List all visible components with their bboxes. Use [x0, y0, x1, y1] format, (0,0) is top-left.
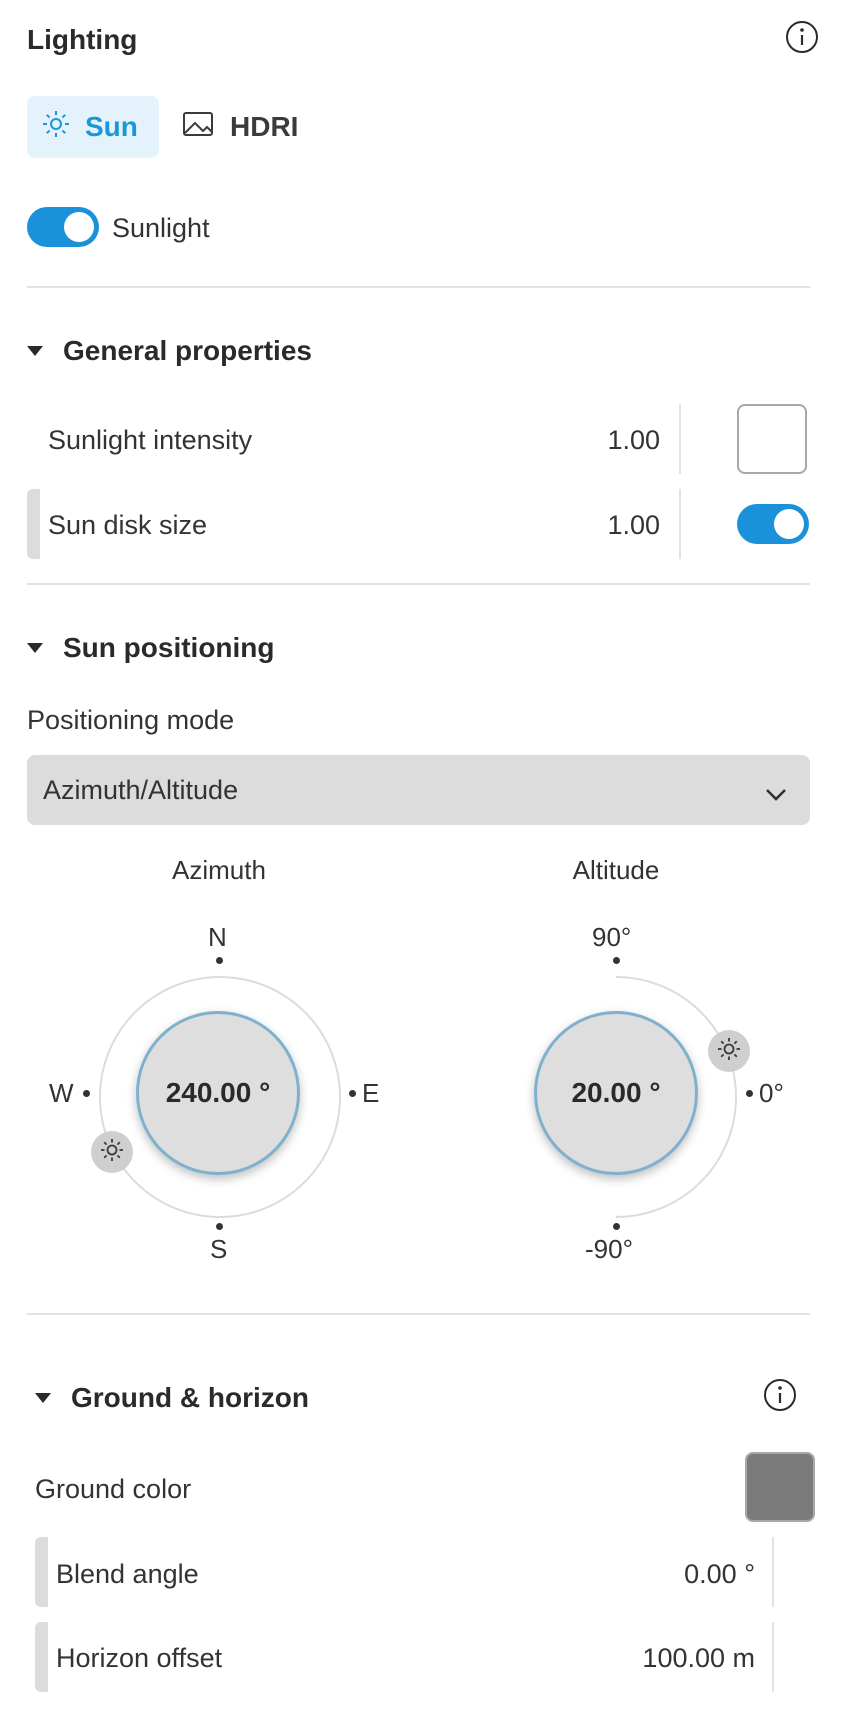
altitude-value: 20.00 °: [571, 1077, 661, 1108]
altitude-top-label: 90°: [592, 922, 632, 952]
azimuth-title: Azimuth: [172, 855, 266, 885]
caret-down-icon: [35, 1393, 51, 1403]
ground-horizon-header[interactable]: Ground & horizon: [35, 1382, 309, 1414]
divider: [27, 1313, 810, 1315]
altitude-bottom-tick: [613, 1223, 620, 1230]
row-accent: [27, 489, 40, 559]
general-properties-title: General properties: [63, 335, 312, 366]
image-icon: [182, 111, 230, 144]
ground-color-label: Ground color: [35, 1474, 192, 1504]
azimuth-value: 240.00 °: [165, 1077, 271, 1108]
panel-title: Lighting: [27, 24, 138, 55]
caret-down-icon: [27, 346, 43, 356]
altitude-sun-handle[interactable]: [708, 1030, 750, 1072]
divider: [27, 583, 810, 585]
north-tick: [216, 957, 223, 964]
horizon-offset-label: Horizon offset: [56, 1643, 223, 1673]
positioning-mode-label: Positioning mode: [27, 705, 235, 735]
sun-icon: [99, 1137, 125, 1168]
tab-sun-label: Sun: [85, 111, 138, 142]
sun-disk-size-value[interactable]: 1.00: [560, 510, 660, 541]
sun-icon: [41, 109, 85, 146]
separator: [772, 1622, 774, 1692]
south-tick: [216, 1223, 223, 1230]
north-label: N: [208, 922, 227, 952]
west-tick: [83, 1090, 90, 1097]
divider: [27, 286, 810, 288]
intensity-checkbox[interactable]: [737, 404, 807, 474]
separator: [679, 489, 681, 559]
chevron-down-icon: [764, 779, 788, 810]
azimuth-sun-handle[interactable]: [91, 1131, 133, 1173]
sunlight-intensity-label: Sunlight intensity: [48, 425, 253, 455]
sunlight-intensity-value[interactable]: 1.00: [560, 425, 660, 456]
east-label: E: [362, 1078, 380, 1108]
sunlight-toggle[interactable]: [27, 207, 99, 247]
positioning-mode-value: Azimuth/Altitude: [43, 774, 239, 805]
sun-icon: [716, 1036, 742, 1067]
blend-angle-value[interactable]: 0.00 °: [580, 1559, 755, 1590]
altitude-zero-tick: [746, 1090, 753, 1097]
general-properties-header[interactable]: General properties: [27, 335, 312, 367]
altitude-zero-label: 0°: [759, 1078, 784, 1108]
horizon-offset-value[interactable]: 100.00 m: [580, 1643, 755, 1674]
tab-hdri-label: HDRI: [230, 111, 299, 142]
info-icon[interactable]: [785, 20, 819, 54]
blend-angle-label: Blend angle: [56, 1559, 199, 1589]
sun-disk-toggle[interactable]: [737, 504, 809, 544]
south-label: S: [210, 1234, 228, 1264]
sun-disk-size-label: Sun disk size: [48, 510, 208, 540]
tab-sun[interactable]: Sun: [27, 96, 159, 158]
tab-hdri[interactable]: HDRI: [182, 96, 322, 158]
row-accent: [35, 1622, 48, 1692]
azimuth-knob[interactable]: 240.00 °: [136, 1011, 300, 1175]
altitude-top-tick: [613, 957, 620, 964]
west-label: W: [49, 1078, 74, 1108]
info-icon[interactable]: [763, 1378, 797, 1412]
row-accent: [35, 1537, 48, 1607]
altitude-bottom-label: -90°: [585, 1234, 633, 1264]
caret-down-icon: [27, 643, 43, 653]
ground-horizon-title: Ground & horizon: [71, 1382, 309, 1413]
altitude-knob[interactable]: 20.00 °: [534, 1011, 698, 1175]
sun-positioning-title: Sun positioning: [63, 632, 275, 663]
altitude-title: Altitude: [572, 855, 660, 885]
sunlight-label: Sunlight: [112, 213, 210, 243]
separator: [772, 1537, 774, 1607]
ground-color-swatch[interactable]: [745, 1452, 815, 1522]
separator: [679, 404, 681, 474]
east-tick: [349, 1090, 356, 1097]
sun-positioning-header[interactable]: Sun positioning: [27, 632, 275, 664]
positioning-mode-select[interactable]: Azimuth/Altitude: [27, 755, 810, 825]
